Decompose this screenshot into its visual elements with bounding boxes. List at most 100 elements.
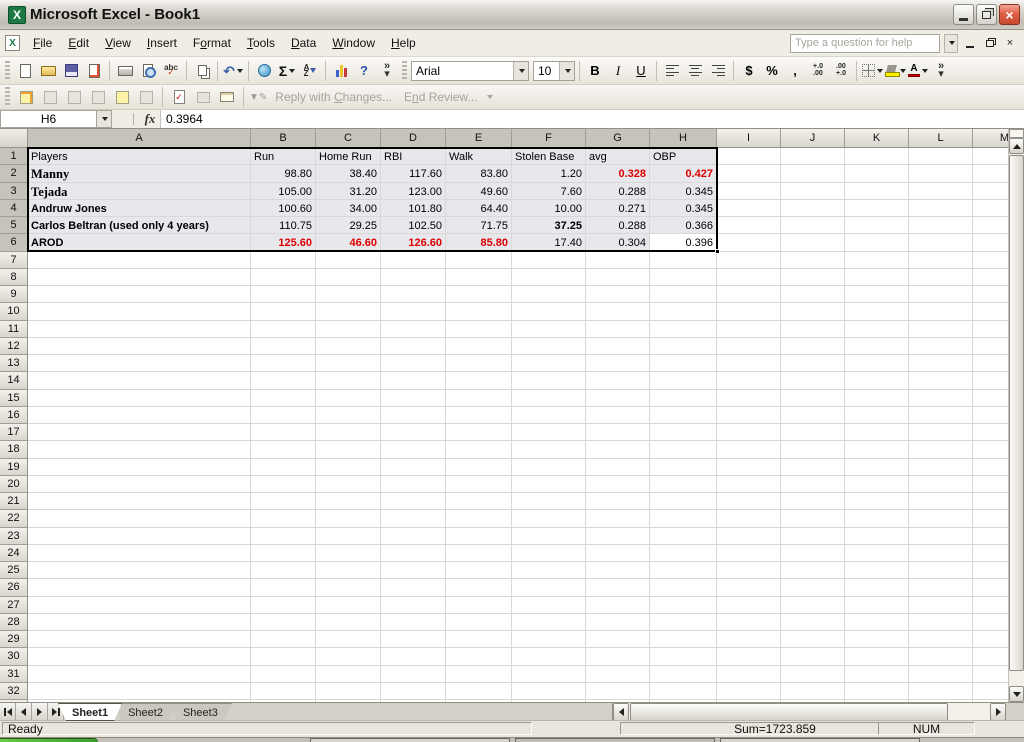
cell-L12[interactable]: [909, 338, 973, 355]
row-header-14[interactable]: 14: [0, 372, 28, 389]
cell-D21[interactable]: [381, 493, 446, 510]
cell-A5[interactable]: Carlos Beltran (used only 4 years): [28, 217, 251, 234]
cell-F30[interactable]: [512, 648, 586, 665]
cell-H12[interactable]: [650, 338, 717, 355]
cell-B30[interactable]: [251, 648, 316, 665]
cell-E11[interactable]: [446, 321, 512, 338]
cell-J26[interactable]: [781, 579, 845, 596]
cell-G20[interactable]: [586, 476, 650, 493]
vertical-scroll-track[interactable]: [1009, 154, 1024, 686]
percent-button[interactable]: %: [761, 60, 783, 82]
cell-C5[interactable]: 29.25: [316, 217, 381, 234]
cell-E17[interactable]: [446, 424, 512, 441]
cell-H19[interactable]: [650, 459, 717, 476]
cell-I32[interactable]: [717, 683, 781, 700]
cell-H7[interactable]: [650, 252, 717, 269]
cell-I6[interactable]: [717, 234, 781, 251]
cell-K21[interactable]: [845, 493, 909, 510]
help-button[interactable]: ?: [353, 60, 375, 82]
cell-G15[interactable]: [586, 390, 650, 407]
cell-B13[interactable]: [251, 355, 316, 372]
cell-A31[interactable]: [28, 666, 251, 683]
cell-F31[interactable]: [512, 666, 586, 683]
row-header-9[interactable]: 9: [0, 286, 28, 303]
cell-K26[interactable]: [845, 579, 909, 596]
cell-L23[interactable]: [909, 528, 973, 545]
cell-D30[interactable]: [381, 648, 446, 665]
save-button[interactable]: [60, 60, 82, 82]
cell-I23[interactable]: [717, 528, 781, 545]
cell-J9[interactable]: [781, 286, 845, 303]
cell-C26[interactable]: [316, 579, 381, 596]
cell-D6[interactable]: 126.60: [381, 234, 446, 251]
cell-G18[interactable]: [586, 441, 650, 458]
cell-D26[interactable]: [381, 579, 446, 596]
menu-data[interactable]: Data: [283, 32, 324, 54]
insert-hyperlink-button[interactable]: [253, 60, 275, 82]
cell-A2[interactable]: Manny: [28, 165, 251, 182]
cell-E13[interactable]: [446, 355, 512, 372]
cell-G12[interactable]: [586, 338, 650, 355]
cell-K16[interactable]: [845, 407, 909, 424]
cell-A9[interactable]: [28, 286, 251, 303]
file-search-button[interactable]: [83, 60, 105, 82]
cell-A25[interactable]: [28, 562, 251, 579]
toolbar-options-button[interactable]: »▾: [930, 60, 952, 82]
cell-H24[interactable]: [650, 545, 717, 562]
cell-J18[interactable]: [781, 441, 845, 458]
cell-D23[interactable]: [381, 528, 446, 545]
cell-D11[interactable]: [381, 321, 446, 338]
cell-I20[interactable]: [717, 476, 781, 493]
increase-decimal-button[interactable]: +.0.00: [807, 60, 829, 82]
cell-C20[interactable]: [316, 476, 381, 493]
cell-L15[interactable]: [909, 390, 973, 407]
cell-A23[interactable]: [28, 528, 251, 545]
cell-H21[interactable]: [650, 493, 717, 510]
row-header-17[interactable]: 17: [0, 424, 28, 441]
cell-L27[interactable]: [909, 597, 973, 614]
cell-B15[interactable]: [251, 390, 316, 407]
cell-J21[interactable]: [781, 493, 845, 510]
first-sheet-button[interactable]: [0, 703, 16, 720]
row-header-21[interactable]: 21: [0, 493, 28, 510]
cell-A21[interactable]: [28, 493, 251, 510]
taskbar-button[interactable]: [720, 738, 920, 742]
row-header-18[interactable]: 18: [0, 441, 28, 458]
cell-J13[interactable]: [781, 355, 845, 372]
cell-B16[interactable]: [251, 407, 316, 424]
cell-D5[interactable]: 102.50: [381, 217, 446, 234]
row-header-2[interactable]: 2: [0, 165, 28, 182]
column-header-H[interactable]: H: [650, 129, 717, 148]
cell-I29[interactable]: [717, 631, 781, 648]
column-header-K[interactable]: K: [845, 129, 909, 148]
cell-D15[interactable]: [381, 390, 446, 407]
previous-comment-button[interactable]: [63, 86, 85, 108]
cell-G9[interactable]: [586, 286, 650, 303]
cell-L22[interactable]: [909, 510, 973, 527]
cell-J29[interactable]: [781, 631, 845, 648]
help-dropdown-button[interactable]: [944, 34, 958, 53]
cell-E16[interactable]: [446, 407, 512, 424]
cell-K23[interactable]: [845, 528, 909, 545]
cell-B12[interactable]: [251, 338, 316, 355]
cell-E8[interactable]: [446, 269, 512, 286]
cell-B10[interactable]: [251, 303, 316, 320]
cell-A7[interactable]: [28, 252, 251, 269]
row-header-25[interactable]: 25: [0, 562, 28, 579]
cell-F18[interactable]: [512, 441, 586, 458]
cell-K7[interactable]: [845, 252, 909, 269]
formula-input[interactable]: 0.3964: [160, 110, 1024, 128]
cell-F27[interactable]: [512, 597, 586, 614]
row-header-7[interactable]: 7: [0, 252, 28, 269]
cell-I26[interactable]: [717, 579, 781, 596]
cell-G5[interactable]: 0.288: [586, 217, 650, 234]
cell-L17[interactable]: [909, 424, 973, 441]
cell-B14[interactable]: [251, 372, 316, 389]
cell-K20[interactable]: [845, 476, 909, 493]
cell-G24[interactable]: [586, 545, 650, 562]
cell-L30[interactable]: [909, 648, 973, 665]
sort-ascending-button[interactable]: AZ: [299, 60, 321, 82]
cell-I16[interactable]: [717, 407, 781, 424]
cell-E22[interactable]: [446, 510, 512, 527]
cell-C25[interactable]: [316, 562, 381, 579]
